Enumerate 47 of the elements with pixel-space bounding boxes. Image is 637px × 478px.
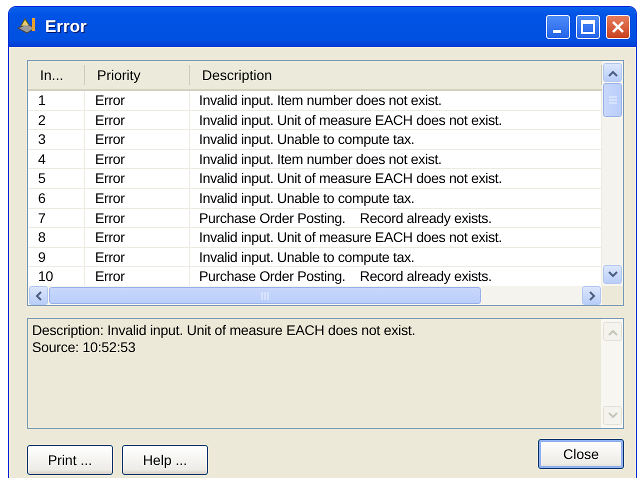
maximize-icon <box>581 20 595 34</box>
table-cell: 3 <box>28 130 85 149</box>
table-cell: Error <box>85 228 190 247</box>
close-icon <box>611 20 625 34</box>
table-cell: 7 <box>28 208 85 228</box>
table-cell: 5 <box>28 169 85 188</box>
minimize-button[interactable] <box>546 15 570 39</box>
column-header[interactable]: In... <box>28 65 85 85</box>
detail-text: Description: Invalid input. Unit of measure EACH does not exist. <box>32 322 416 339</box>
dialog-button[interactable]: Print ... <box>27 445 113 475</box>
vertical-scrollbar[interactable] <box>602 61 623 286</box>
scrollbar-corner <box>602 286 623 305</box>
dialog-button[interactable]: Help ... <box>122 445 208 475</box>
window-title: Error <box>45 17 88 37</box>
table-cell: 9 <box>28 248 85 266</box>
horizontal-scrollbar[interactable] <box>28 286 602 305</box>
caret-down-icon <box>608 412 618 420</box>
table-cell: Error <box>85 150 190 168</box>
scroll-down-button[interactable] <box>603 265 622 284</box>
table-cell: Error <box>85 130 190 149</box>
table-cell: 4 <box>28 150 85 168</box>
table-cell: 6 <box>28 188 85 208</box>
table-cell: Error <box>85 248 190 266</box>
scroll-thumb[interactable] <box>603 83 622 117</box>
table-cell: Error <box>85 169 190 188</box>
table-cell: 1 <box>28 91 85 110</box>
detail-text: Source: 10:52:53 <box>32 339 136 356</box>
caret-up-icon <box>608 328 618 336</box>
maximize-button[interactable] <box>576 15 600 39</box>
table-cell: Error <box>85 188 190 208</box>
table-cell: 2 <box>28 110 85 130</box>
table-cell: 8 <box>28 228 85 247</box>
scroll-thumb[interactable] <box>49 287 481 304</box>
scroll-left-button[interactable] <box>29 286 48 305</box>
caret-down-icon <box>608 270 618 278</box>
caret-right-icon <box>588 290 596 300</box>
close-button[interactable] <box>606 15 630 39</box>
dialog-button[interactable]: Close <box>538 439 624 469</box>
scroll-right-button[interactable] <box>582 286 601 305</box>
minimize-icon <box>552 30 560 32</box>
column-header[interactable]: Priority <box>85 65 190 85</box>
caret-up-icon <box>608 68 618 76</box>
scroll-up-button[interactable] <box>603 63 622 82</box>
table-cell: Error <box>85 91 190 110</box>
table-cell: Error <box>85 110 190 130</box>
table-cell: Error <box>85 208 190 228</box>
caret-left-icon <box>34 290 42 300</box>
